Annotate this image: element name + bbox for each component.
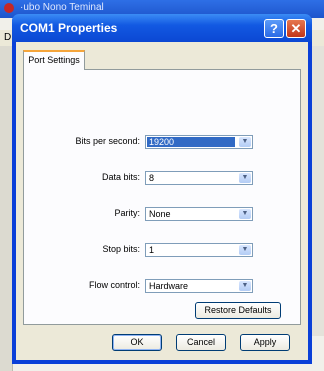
chevron-down-icon[interactable]: ▼	[239, 209, 251, 219]
close-button[interactable]: ✕	[286, 19, 306, 38]
background-app-title: ·ubo Nono Teminal	[20, 2, 104, 13]
flow-control-select[interactable]: Hardware ▼	[145, 279, 253, 293]
parity-select[interactable]: None ▼	[145, 207, 253, 221]
data-bits-label: Data bits:	[101, 172, 140, 182]
restore-defaults-button[interactable]: Restore Defaults	[195, 302, 281, 319]
chevron-down-icon[interactable]: ▼	[239, 137, 251, 147]
flow-control-value: Hardware	[149, 281, 189, 291]
parity-value: None	[149, 209, 171, 219]
data-bits-select[interactable]: 8 ▼	[145, 171, 253, 185]
flow-control-label: Flow control:	[88, 280, 140, 290]
close-icon: ✕	[290, 21, 302, 36]
help-button[interactable]: ?	[264, 19, 284, 38]
chevron-down-icon[interactable]: ▼	[239, 245, 251, 255]
background-menu-item[interactable]: D	[4, 32, 11, 43]
bits-per-second-select[interactable]: 19200 ▼	[145, 135, 253, 149]
stop-bits-label: Stop bits:	[102, 244, 140, 254]
cancel-button[interactable]: Cancel	[176, 334, 226, 351]
ok-button[interactable]: OK	[112, 334, 162, 351]
chevron-down-icon[interactable]: ▼	[239, 173, 251, 183]
apply-button[interactable]: Apply	[240, 334, 290, 351]
dialog-title: COM1 Properties	[20, 21, 118, 35]
stop-bits-value: 1	[149, 245, 155, 255]
dialog-title-bar[interactable]: COM1 Properties ? ✕	[12, 14, 312, 42]
dialog-client-area: Port Settings Bits per second: 19200 ▼ D…	[16, 42, 308, 360]
stop-bits-select[interactable]: 1 ▼	[145, 243, 253, 257]
chevron-down-icon[interactable]: ▼	[239, 281, 251, 291]
bits-per-second-value: 19200	[147, 137, 235, 147]
parity-label: Parity:	[114, 208, 140, 218]
com-properties-dialog: COM1 Properties ? ✕ Port Settings Bits p…	[12, 14, 312, 364]
help-icon: ?	[270, 21, 278, 36]
bits-per-second-label: Bits per second:	[75, 136, 140, 146]
app-icon	[4, 3, 14, 13]
data-bits-value: 8	[149, 173, 155, 183]
port-settings-panel: Bits per second: 19200 ▼ Data bits: 8 ▼ …	[23, 69, 301, 325]
tab-port-settings[interactable]: Port Settings	[23, 50, 85, 70]
